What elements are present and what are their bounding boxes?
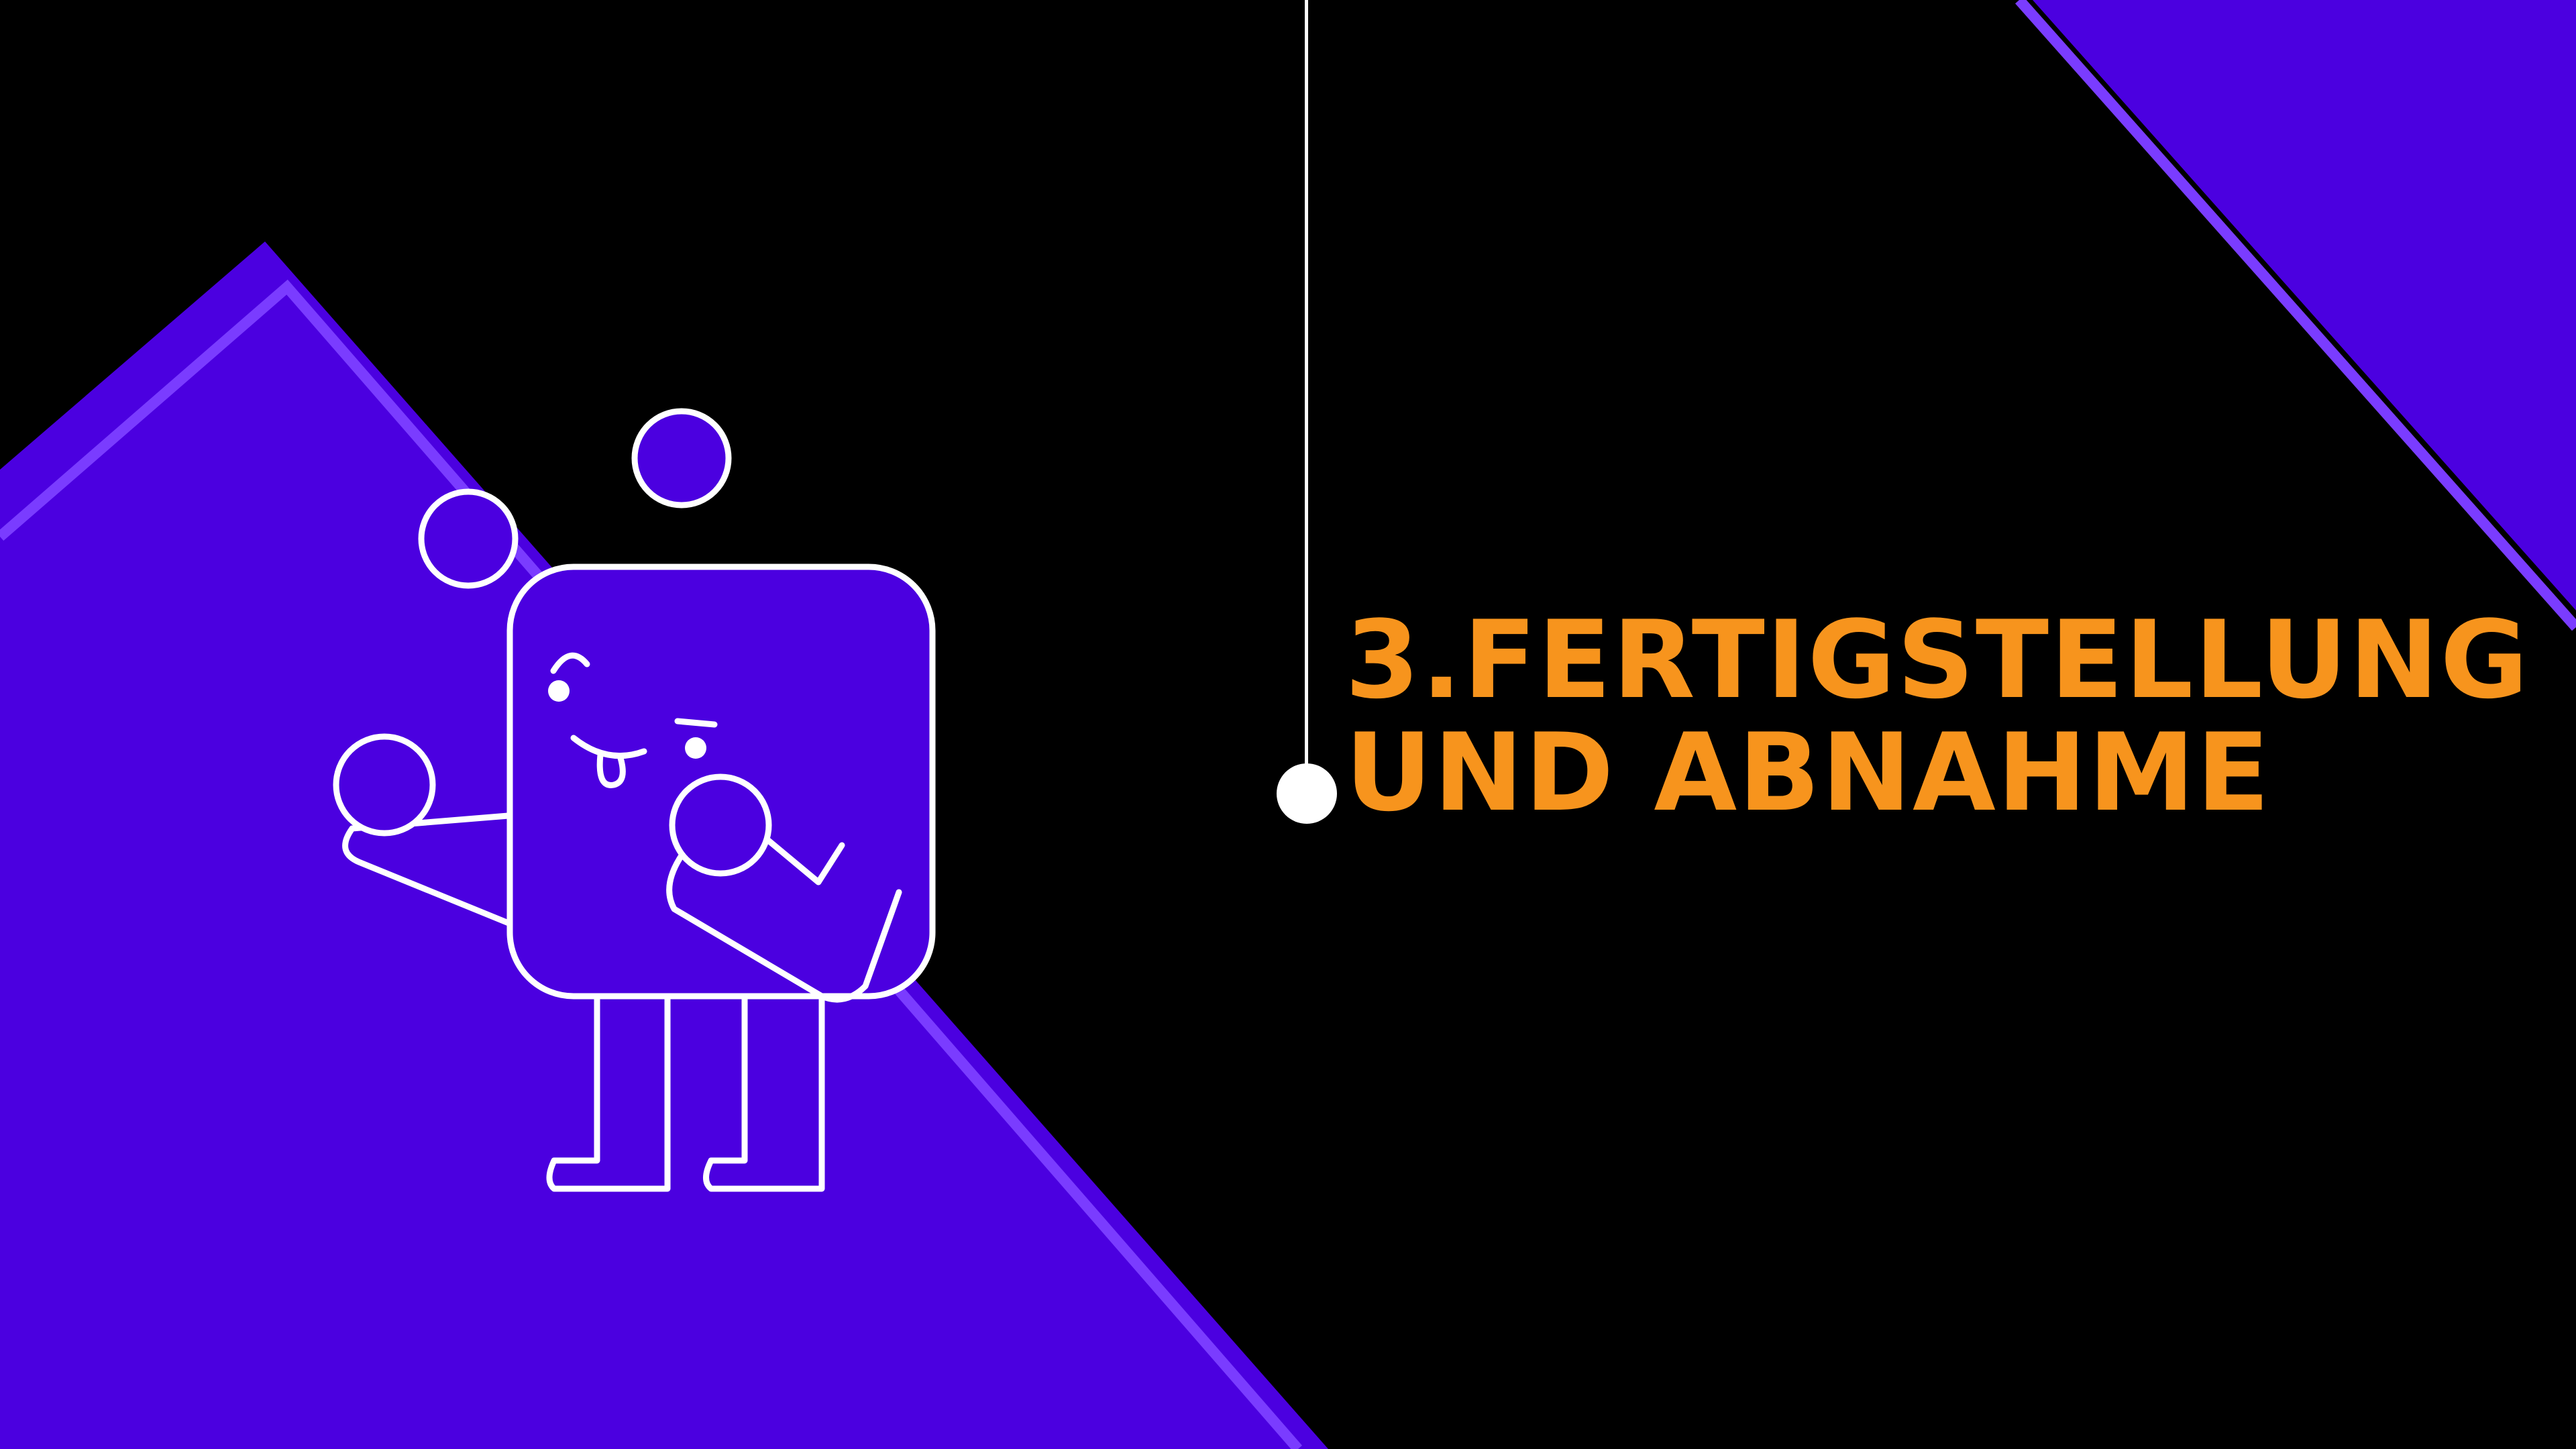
timeline-dot bbox=[1277, 763, 1337, 824]
ball-icon bbox=[333, 733, 436, 837]
right-purple-triangle bbox=[2033, 0, 2576, 610]
slide: 3.FERTIGSTELLUNG UND ABNAHME bbox=[0, 0, 2576, 1449]
ball-icon bbox=[631, 408, 732, 508]
left-leg bbox=[546, 979, 671, 1192]
right-leg bbox=[703, 979, 825, 1192]
timeline-line bbox=[1305, 0, 1308, 792]
ball-icon bbox=[418, 488, 519, 589]
slide-title: 3.FERTIGSTELLUNG UND ABNAHME bbox=[1345, 604, 2566, 829]
juggling-mascot-illustration bbox=[333, 408, 936, 1192]
title-line-1: 3.FERTIGSTELLUNG bbox=[1345, 597, 2530, 722]
title-line-2: UND ABNAHME bbox=[1345, 710, 2271, 835]
ball-icon bbox=[669, 773, 772, 877]
